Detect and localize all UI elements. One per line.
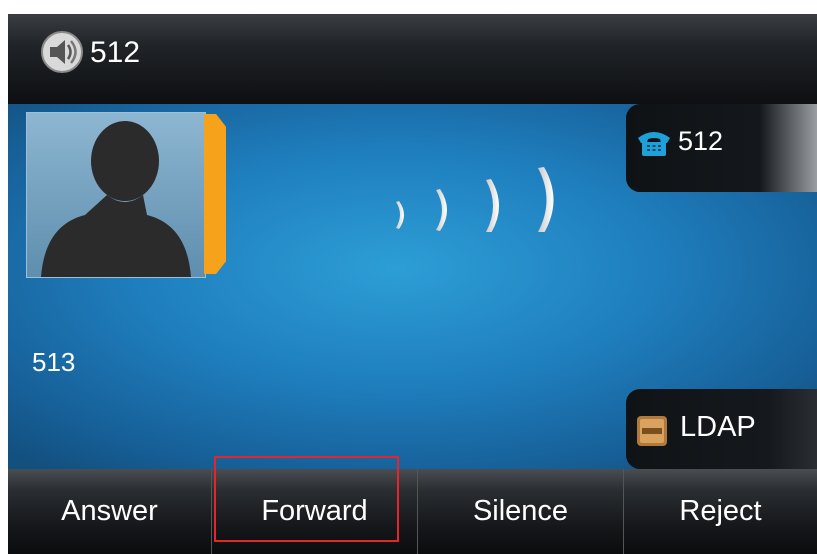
softkey-bar: Answer Forward Silence Reject (8, 469, 817, 554)
ringing-waves-icon (396, 167, 554, 232)
answer-softkey[interactable]: Answer (8, 469, 212, 554)
ldap-button[interactable]: LDAP (626, 389, 817, 469)
silence-softkey[interactable]: Silence (418, 469, 624, 554)
reject-softkey[interactable]: Reject (624, 469, 817, 554)
ldap-label: LDAP (680, 411, 756, 443)
phone-icon (638, 132, 670, 156)
line-label: 512 (90, 36, 141, 69)
ldap-book-icon (637, 416, 667, 446)
contact-silhouette-icon (41, 121, 191, 277)
speaker-icon (41, 31, 83, 73)
caller-name: 513 (32, 347, 76, 377)
phone-screen: 512 513 512 LDAP Answer Forward Silence … (8, 14, 817, 554)
status-bar: 512 (8, 14, 817, 104)
line-key-512[interactable]: 512 (626, 104, 817, 192)
forward-softkey[interactable]: Forward (212, 469, 418, 554)
line-key-label: 512 (678, 126, 724, 156)
incoming-call-panel: 513 512 LDAP (8, 104, 817, 469)
avatar-accent-tab (204, 114, 226, 274)
contact-avatar (26, 112, 206, 278)
